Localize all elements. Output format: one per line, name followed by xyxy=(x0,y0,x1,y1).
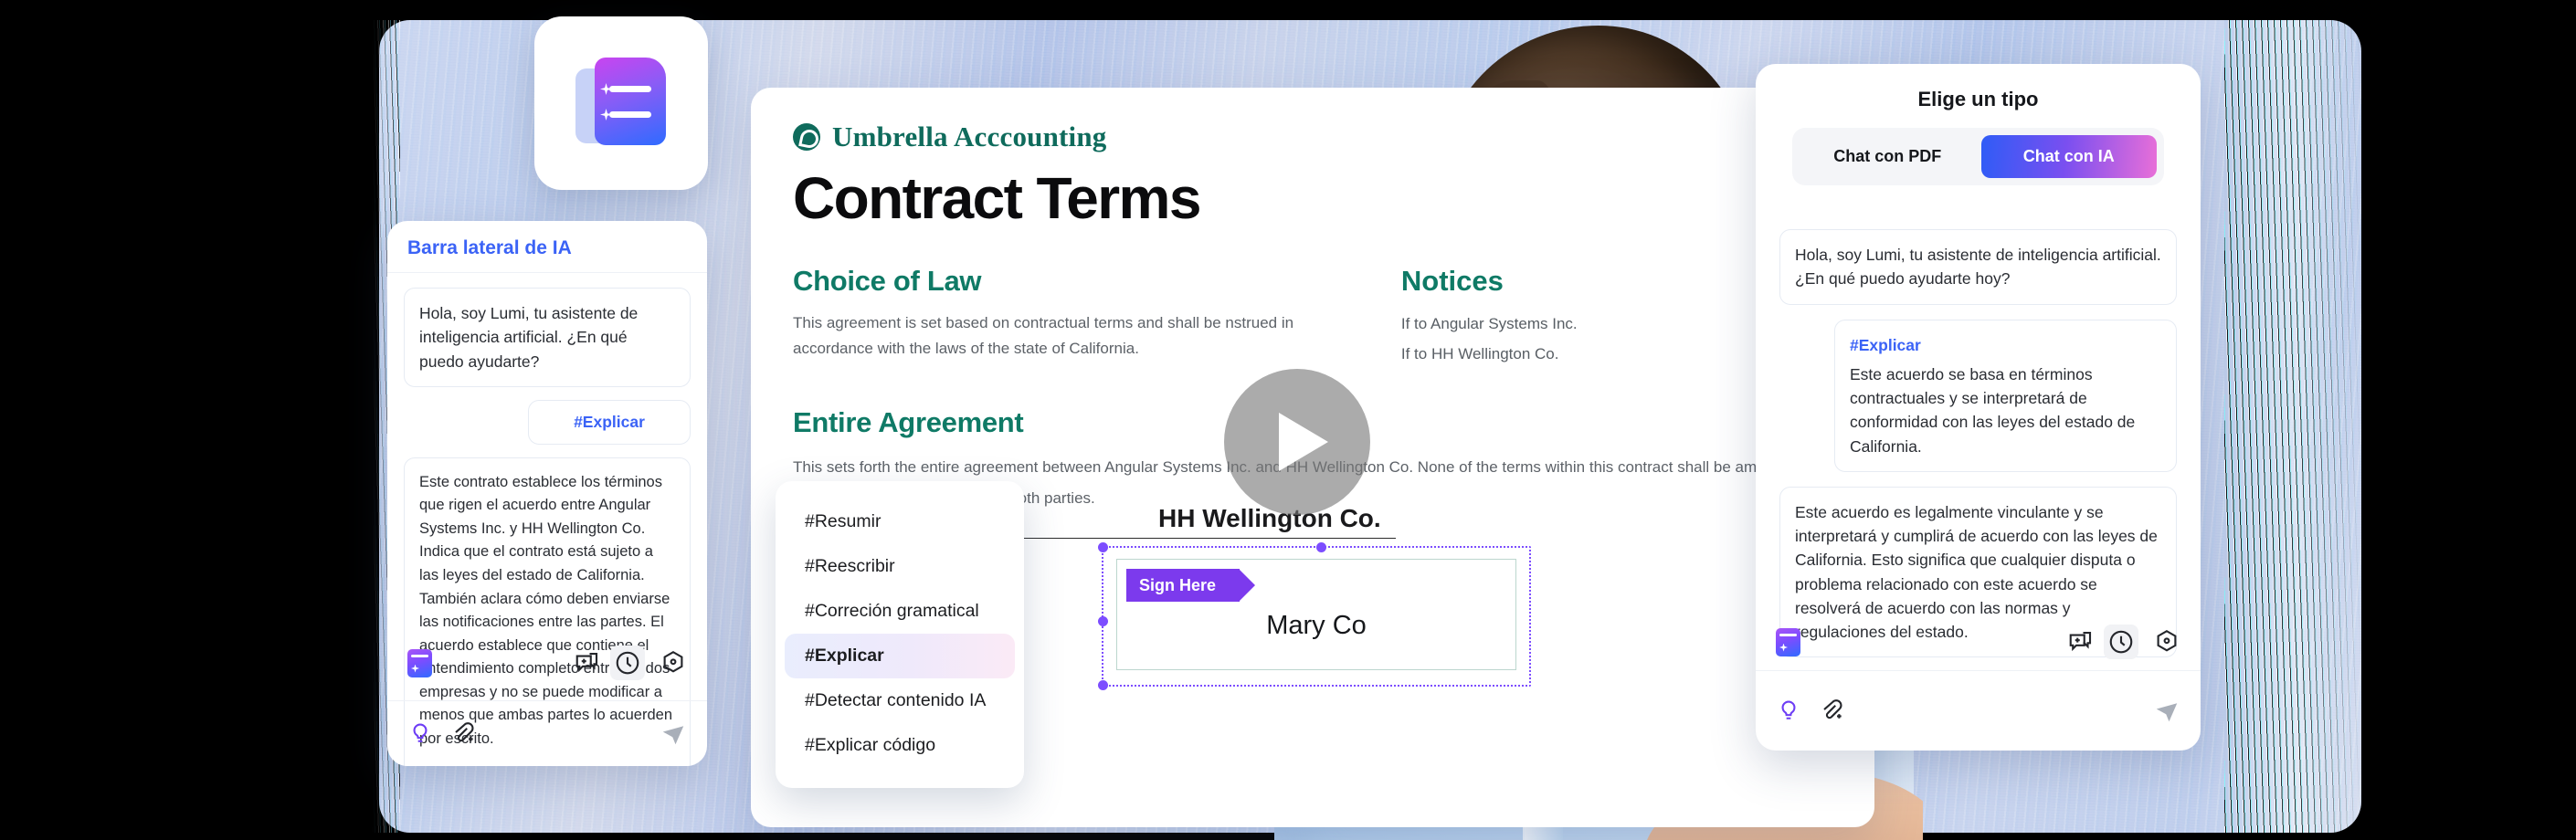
user-tag-bubble: #Explicar xyxy=(528,399,691,445)
resize-handle-ml[interactable] xyxy=(1098,616,1108,626)
user-message-bubble: #Explicar Este acuerdo se basa en términ… xyxy=(1834,319,2177,472)
command-item-explicar[interactable]: #Explicar xyxy=(785,634,1015,678)
assistant-greeting-bubble: Hola, soy Lumi, tu asistente de intelige… xyxy=(1779,229,2177,305)
app-icon-card xyxy=(534,16,708,190)
command-item-correccion-gramatical[interactable]: #Correción gramatical xyxy=(785,589,1015,634)
history-clock-icon[interactable] xyxy=(610,646,645,680)
prompt-bulb-icon[interactable] xyxy=(1776,698,1803,725)
prompt-bulb-icon[interactable] xyxy=(407,720,435,748)
send-icon[interactable] xyxy=(660,720,687,748)
signature-block: HH Wellington Co. Sign Here Mary Co xyxy=(1098,504,1531,690)
signature-party-name: HH Wellington Co. xyxy=(1158,504,1381,532)
command-item-detectar-contenido-ia[interactable]: #Detectar contenido IA xyxy=(785,678,1015,723)
command-menu: #Resumir #Reescribir #Correción gramatic… xyxy=(776,481,1024,788)
chat-type-tabs: Chat con PDF Chat con IA xyxy=(1792,128,2164,185)
brand-name: Umbrella Acccounting xyxy=(832,121,1107,152)
tab-chat-con-pdf[interactable]: Chat con PDF xyxy=(1800,135,1976,178)
new-chat-icon[interactable] xyxy=(574,649,601,677)
sidebar-toolbar xyxy=(387,635,707,691)
document-brand: Umbrella Acccounting xyxy=(793,121,1832,153)
command-item-reescribir[interactable]: #Reescribir xyxy=(785,544,1015,589)
chat-input-bar[interactable] xyxy=(1756,670,2201,751)
sign-here-badge[interactable]: Sign Here xyxy=(1126,569,1256,602)
signature-selection-frame[interactable]: Sign Here Mary Co xyxy=(1098,542,1531,690)
new-document-icon[interactable] xyxy=(407,648,432,677)
assistant-greeting-bubble: Hola, soy Lumi, tu asistente de intelige… xyxy=(404,288,691,387)
page-title: Contract Terms xyxy=(793,165,1201,231)
sidebar-input-bar[interactable] xyxy=(387,700,707,766)
signer-name: Mary Co xyxy=(1266,611,1367,640)
section-heading-choice-of-law: Choice of Law xyxy=(793,265,982,297)
user-message-text: Este acuerdo se basa en términos contrac… xyxy=(1850,364,2136,456)
history-clock-icon[interactable] xyxy=(2104,625,2138,659)
tab-chat-con-ia[interactable]: Chat con IA xyxy=(1980,135,2157,178)
attach-file-icon[interactable] xyxy=(449,720,477,748)
new-chat-icon[interactable] xyxy=(2067,628,2095,656)
send-icon[interactable] xyxy=(2153,698,2180,725)
new-document-icon[interactable] xyxy=(1776,627,1800,656)
command-item-explicar-codigo[interactable]: #Explicar código xyxy=(785,723,1015,768)
settings-hexagon-icon[interactable] xyxy=(660,649,687,677)
attach-file-icon[interactable] xyxy=(1818,698,1845,725)
play-triangle-icon xyxy=(1279,413,1328,471)
ai-sidebar-card: Barra lateral de IA Hola, soy Lumi, tu a… xyxy=(387,221,707,766)
document-front-sheet xyxy=(595,58,666,145)
list-line xyxy=(609,111,651,118)
chat-toolbar xyxy=(1756,614,2201,670)
list-line xyxy=(609,86,651,92)
sidebar-title: Barra lateral de IA xyxy=(387,221,707,273)
chat-card-title: Elige un tipo xyxy=(1917,88,2039,110)
resize-handle-tl[interactable] xyxy=(1098,542,1108,552)
command-item-resumir[interactable]: #Resumir xyxy=(785,499,1015,544)
settings-hexagon-icon[interactable] xyxy=(2153,628,2180,656)
section-body-choice-of-law: This agreement is set based on contractu… xyxy=(793,314,1294,357)
play-icon[interactable] xyxy=(1224,369,1370,515)
resize-handle-tc[interactable] xyxy=(1316,542,1326,552)
umbrella-logo-icon xyxy=(793,123,820,151)
screenshot-stage: Umbrella Acccounting Contract Terms Choi… xyxy=(0,0,2576,840)
ai-chat-card: Elige un tipo Chat con PDF Chat con IA H… xyxy=(1756,64,2201,751)
resize-handle-bl[interactable] xyxy=(1098,680,1108,690)
ai-document-icon xyxy=(575,58,667,149)
user-tag-label: #Explicar xyxy=(1850,335,1921,354)
signature-field[interactable]: Sign Here Mary Co xyxy=(1116,559,1516,670)
